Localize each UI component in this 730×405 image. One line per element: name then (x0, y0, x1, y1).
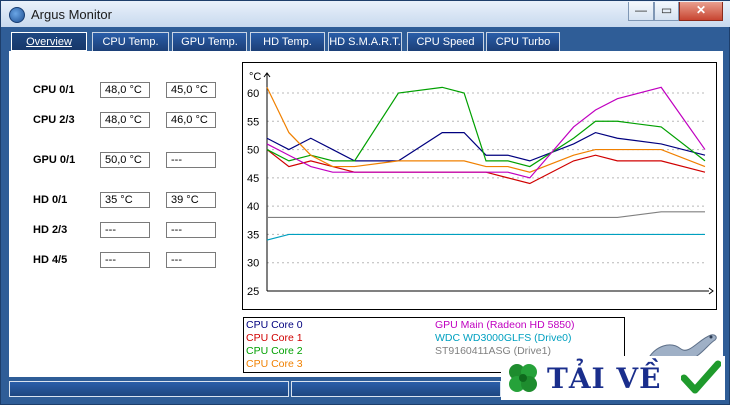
tab-cpu-speed[interactable]: CPU Speed (407, 32, 484, 51)
reading-value: --- (166, 222, 216, 238)
status-panel (291, 381, 501, 397)
series-line-0 (266, 131, 706, 162)
legend-cpu-core-3: CPU Core 3 (246, 358, 303, 370)
legend-drive0: WDC WD3000GLFS (Drive0) (435, 332, 572, 344)
legend-gpu-main: GPU Main (Radeon HD 5850) (435, 319, 575, 331)
series-line-6 (267, 211, 705, 219)
reading-value: 50,0 °C (100, 152, 150, 168)
title-bar[interactable]: Argus Monitor — ▭ ✕ (1, 1, 730, 27)
y-tick-label: 45 (247, 173, 259, 185)
y-tick-label: 50 (247, 145, 259, 157)
reading-label: CPU 2/3 (33, 114, 75, 126)
brand-text: TẢI VỀ (547, 362, 662, 395)
reading-value: 39 °C (166, 192, 216, 208)
status-panel (9, 381, 289, 397)
y-tick-label: 60 (247, 88, 259, 100)
tab-cpu-temp[interactable]: CPU Temp. (92, 32, 169, 51)
brand-banner: TẢI VỀ (501, 356, 725, 400)
tab-hd-smart[interactable]: HD S.M.A.R.T. (328, 32, 402, 51)
maximize-button[interactable]: ▭ (654, 2, 679, 21)
legend-cpu-core-0: CPU Core 0 (246, 319, 303, 331)
temperature-graph: 25 30 35 40 45 50 55 60 °C (242, 62, 717, 310)
reading-label: GPU 0/1 (33, 154, 76, 166)
y-tick-label: 40 (247, 201, 259, 213)
app-window: Argus Monitor — ▭ ✕ Overview CPU Temp. G… (0, 0, 730, 405)
reading-value: 46,0 °C (166, 112, 216, 128)
reading-value: 35 °C (100, 192, 150, 208)
series-line-5 (266, 233, 705, 241)
window-title: Argus Monitor (31, 7, 112, 22)
reading-label: HD 0/1 (33, 194, 68, 206)
y-tick-label: 30 (247, 258, 259, 270)
clover-icon (509, 364, 537, 392)
reading-label: HD 2/3 (33, 224, 68, 236)
reading-value: 48,0 °C (100, 112, 150, 128)
tab-cpu-turbo[interactable]: CPU Turbo (486, 32, 560, 51)
reading-value: 48,0 °C (100, 82, 150, 98)
reading-value: --- (100, 252, 150, 268)
reading-label: CPU 0/1 (33, 84, 75, 96)
reading-value: 45,0 °C (166, 82, 216, 98)
overview-panel: CPU 0/1 48,0 °C 45,0 °C CPU 2/3 48,0 °C … (9, 51, 723, 377)
y-tick-label: 25 (247, 286, 259, 298)
reading-label: HD 4/5 (33, 254, 68, 266)
y-axis-label: °C (249, 71, 261, 83)
legend-cpu-core-2: CPU Core 2 (246, 345, 303, 357)
app-icon (9, 7, 25, 23)
tab-label: Overview (26, 36, 72, 48)
y-tick-label: 35 (247, 229, 259, 241)
reading-value: --- (166, 252, 216, 268)
series-line-4 (266, 86, 706, 179)
temperature-chart-svg: 25 30 35 40 45 50 55 60 °C (247, 71, 714, 298)
reading-value: --- (166, 152, 216, 168)
minimize-button[interactable]: — (628, 2, 654, 21)
tab-gpu-temp[interactable]: GPU Temp. (172, 32, 247, 51)
x-axis-arrow (708, 287, 714, 295)
legend-cpu-core-1: CPU Core 1 (246, 332, 303, 344)
close-button[interactable]: ✕ (679, 2, 723, 21)
y-tick-label: 55 (247, 116, 259, 128)
tab-hd-temp[interactable]: HD Temp. (250, 32, 325, 51)
tab-overview[interactable]: Overview (11, 32, 87, 51)
checkmark-icon (681, 360, 721, 394)
reading-value: --- (100, 222, 150, 238)
